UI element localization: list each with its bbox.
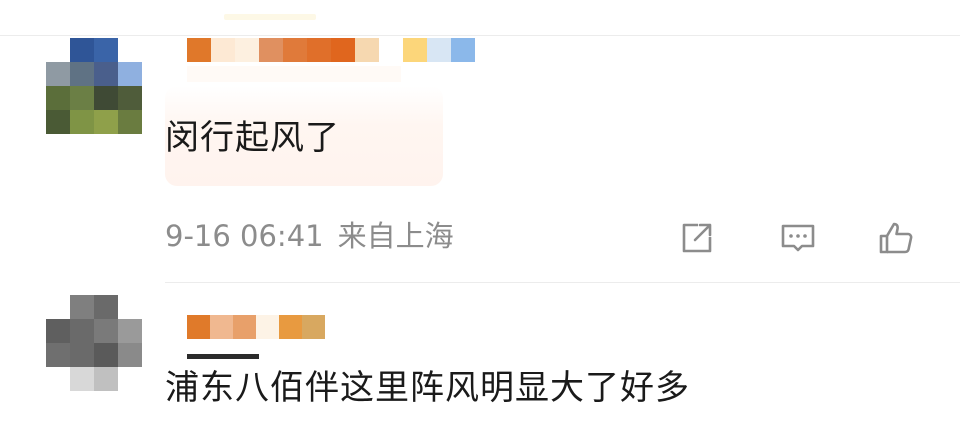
avatar-pixel <box>46 110 70 134</box>
avatar-pixel <box>70 86 94 110</box>
avatar-pixel <box>70 343 94 367</box>
avatar-pixel <box>70 110 94 134</box>
share-button[interactable] <box>677 218 717 258</box>
avatar-pixel <box>46 62 70 86</box>
avatar-pixel <box>118 38 142 62</box>
username-pixel <box>451 38 475 62</box>
pixelated-strip <box>187 354 259 359</box>
comment-location: 来自上海 <box>337 219 454 253</box>
reply-button[interactable] <box>778 218 818 258</box>
share-icon <box>682 223 712 253</box>
username-pixel <box>233 315 256 339</box>
username-pixel <box>355 38 379 62</box>
username-pixelated[interactable] <box>187 38 475 62</box>
thumbs-up-icon <box>879 222 913 254</box>
like-button[interactable] <box>876 218 916 258</box>
username-pixel <box>187 315 210 339</box>
username-pixel <box>427 38 451 62</box>
avatar-pixel <box>94 86 118 110</box>
username-pixel <box>187 38 211 62</box>
username-pixelated[interactable] <box>187 315 325 339</box>
avatar-pixel <box>94 319 118 343</box>
avatar-pixel <box>70 62 94 86</box>
avatar-pixel <box>46 295 70 319</box>
avatar-pixel <box>94 110 118 134</box>
avatar-pixel <box>46 367 70 391</box>
username-pixel <box>331 38 355 62</box>
username-pixel <box>279 315 302 339</box>
avatar-pixel <box>70 367 94 391</box>
username-pixel <box>302 315 325 339</box>
avatar-pixel <box>94 62 118 86</box>
username-pixel <box>259 38 283 62</box>
avatar-pixel <box>118 319 142 343</box>
username-pixel <box>235 38 259 62</box>
username-pixel <box>379 38 403 62</box>
avatar-pixel <box>70 319 94 343</box>
username-pixel <box>256 315 279 339</box>
avatar-pixel <box>46 38 70 62</box>
avatar-pixel <box>46 319 70 343</box>
avatar-pixel <box>46 343 70 367</box>
avatar-pixel <box>94 295 118 319</box>
comment-text: 闵行起风了 <box>165 118 340 158</box>
comment-text: 浦东八佰伴这里阵风明显大了好多 <box>165 368 690 408</box>
username-pixel <box>210 315 233 339</box>
avatar-pixel <box>94 367 118 391</box>
avatar[interactable] <box>46 295 142 391</box>
username-pixel <box>211 38 235 62</box>
avatar-pixel <box>70 38 94 62</box>
pixelated-strip <box>187 66 401 82</box>
avatar-pixel <box>46 86 70 110</box>
avatar-pixel <box>118 62 142 86</box>
avatar-pixel <box>118 367 142 391</box>
avatar-pixel <box>94 38 118 62</box>
truncated-previous-item <box>224 14 316 20</box>
username-pixel <box>403 38 427 62</box>
avatar-pixel <box>94 343 118 367</box>
comment-icon <box>781 224 815 252</box>
comment-item <box>0 283 960 438</box>
avatar-pixel <box>118 343 142 367</box>
avatar-pixel <box>70 295 94 319</box>
avatar-pixel <box>118 86 142 110</box>
avatar-pixel <box>118 110 142 134</box>
comment-time: 9-16 06:41 <box>165 219 324 253</box>
username-pixel <box>283 38 307 62</box>
username-pixel <box>307 38 331 62</box>
comment-meta: 9-16 06:41 来自上海 <box>165 216 454 256</box>
avatar-pixel <box>118 295 142 319</box>
avatar[interactable] <box>46 38 142 134</box>
comment-item: 闵行起风了 9-16 06:41 来自上海 <box>0 36 960 282</box>
